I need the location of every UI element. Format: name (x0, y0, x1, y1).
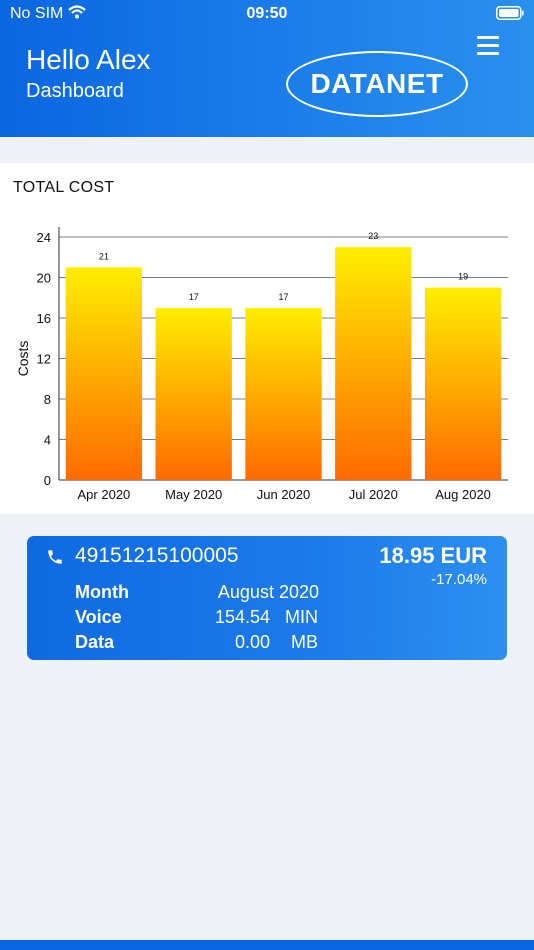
logo-text: DATANET (310, 68, 444, 99)
page-subtitle: Dashboard (26, 80, 124, 102)
x-tick-label: Aug 2020 (435, 487, 491, 502)
y-tick-label: 4 (44, 433, 51, 448)
greeting-title: Hello Alex (26, 44, 151, 75)
status-bar: No SIM 09:50 (0, 0, 534, 28)
voice-label: Voice (75, 607, 122, 627)
bar (155, 307, 232, 480)
month-label: Month (75, 582, 129, 602)
line-summary-card[interactable]: 49151215100005 18.95 EUR -17.04% Month A… (27, 536, 507, 660)
month-value: August 2020 (217, 582, 319, 602)
x-tick-label: Jun 2020 (257, 487, 311, 502)
data-unit: MB (291, 632, 318, 652)
total-cost-chart: 0 4 8 12 16 20 24 Costs 21 Apr 2020 17 May 2020 17 Ju… (15, 227, 508, 502)
hamburger-menu-icon[interactable] (477, 36, 499, 56)
cost-change-percent: -17.04% (431, 571, 487, 588)
battery-icon (496, 6, 524, 20)
y-tick-label: 0 (44, 473, 51, 488)
data-label: 19 (458, 272, 468, 282)
voice-value: 154.54 (214, 607, 270, 627)
data-label: 17 (189, 292, 199, 302)
phone-icon (48, 550, 62, 564)
x-tick-label: Jul 2020 (349, 487, 398, 502)
status-time: 09:50 (246, 5, 288, 22)
total-cost-card: TOTAL COST 0 4 8 12 16 20 24 Costs 21 Apr 2020 17 M… (0, 163, 534, 514)
x-tick-label: Apr 2020 (78, 487, 131, 502)
phone-number: 49151215100005 (75, 544, 239, 567)
y-tick-label: 16 (37, 311, 51, 326)
data-label: 17 (278, 292, 288, 302)
bar (65, 267, 143, 480)
voice-unit: MIN (285, 607, 318, 627)
bar (335, 247, 412, 480)
data-label: 23 (368, 231, 378, 241)
datanet-logo: DATANET (286, 51, 468, 117)
data-label: 21 (99, 251, 109, 261)
total-amount: 18.95 EUR (379, 543, 487, 568)
y-tick-label: 20 (37, 271, 51, 286)
data-label: Data (75, 632, 115, 652)
data-value: 0.00 (234, 632, 270, 652)
y-tick-label: 12 (37, 352, 51, 367)
app-header: No SIM 09:50 Hello Alex Dashboard DATANE… (0, 0, 534, 137)
bottom-bar (0, 940, 534, 950)
y-tick-label: 24 (37, 230, 51, 245)
x-tick-label: May 2020 (165, 487, 222, 502)
y-axis-label: Costs (15, 341, 31, 377)
y-tick-label: 8 (44, 392, 51, 407)
bar (245, 307, 322, 480)
bar (424, 287, 502, 480)
